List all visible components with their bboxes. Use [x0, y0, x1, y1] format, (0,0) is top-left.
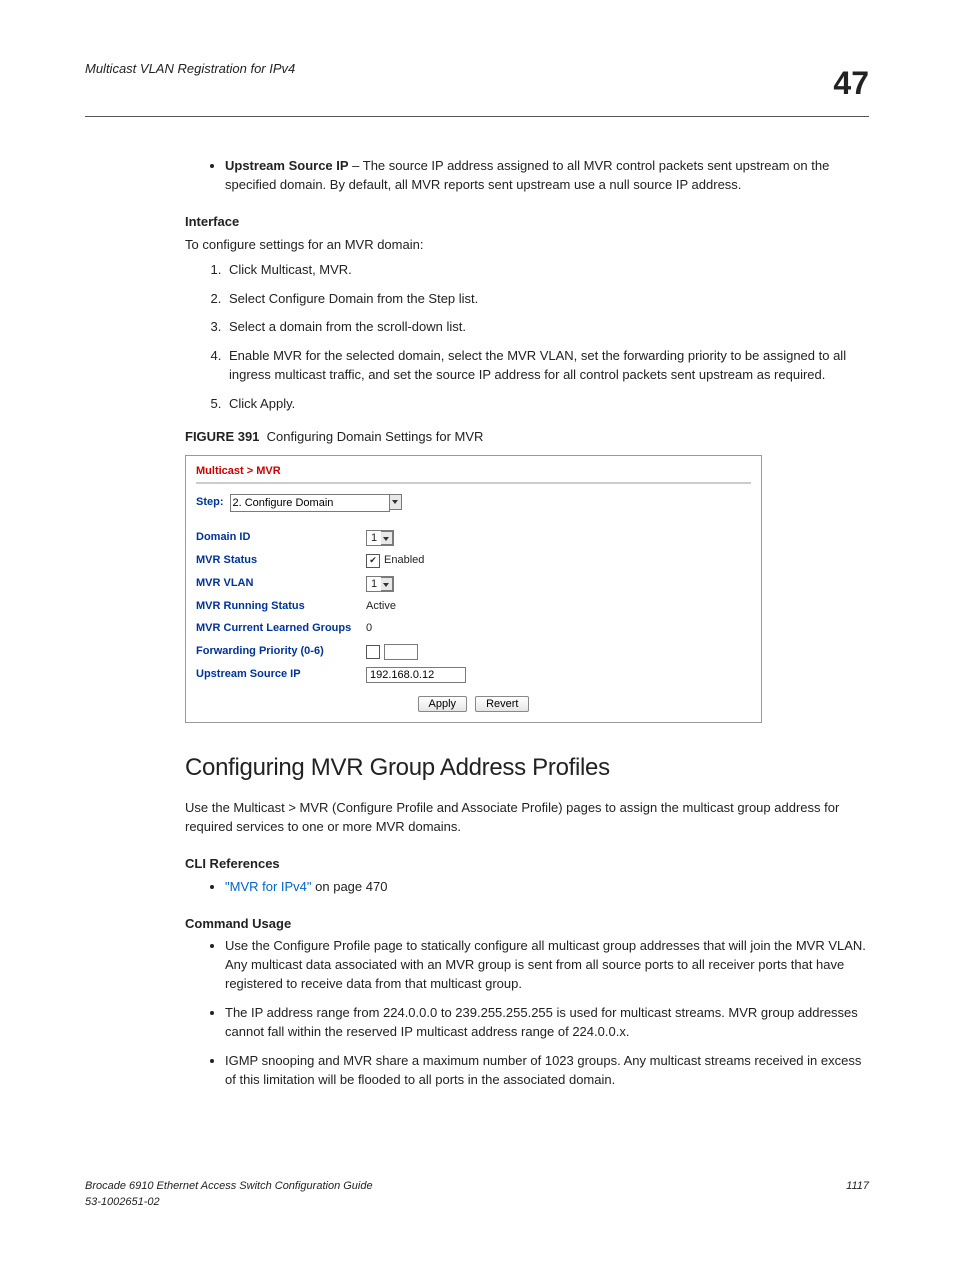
label-running-status: MVR Running Status — [196, 599, 366, 615]
label-learned-groups: MVR Current Learned Groups — [196, 621, 366, 637]
mvr-vlan-value: 1 — [367, 577, 381, 591]
priority-checkbox[interactable] — [366, 645, 380, 659]
domain-id-value: 1 — [367, 531, 381, 545]
bullet-upstream-source-ip: Upstream Source IP – The source IP addre… — [225, 157, 869, 195]
page-footer: Brocade 6910 Ethernet Access Switch Conf… — [85, 1179, 869, 1211]
priority-input[interactable] — [384, 644, 418, 660]
footer-doc-title: Brocade 6910 Ethernet Access Switch Conf… — [85, 1179, 373, 1195]
section-intro: Use the Multicast > MVR (Configure Profi… — [185, 799, 869, 837]
footer-doc-number: 53-1002651-02 — [85, 1195, 373, 1211]
breadcrumb: Multicast > MVR — [196, 464, 751, 480]
domain-id-select[interactable]: 1 — [366, 530, 394, 546]
section-title: Configuring MVR Group Address Profiles — [185, 751, 869, 786]
label-mvr-vlan: MVR VLAN — [196, 576, 366, 592]
step-3: Select a domain from the scroll-down lis… — [225, 318, 869, 337]
label-domain-id: Domain ID — [196, 530, 366, 546]
page-header: Multicast VLAN Registration for IPv4 47 — [85, 60, 869, 106]
mvr-config-panel: Multicast > MVR Step: Domain ID 1 — [185, 455, 762, 724]
steps-list: Click Multicast, MVR. Select Configure D… — [185, 261, 869, 414]
breadcrumb-separator — [196, 482, 751, 484]
mvr-vlan-select[interactable]: 1 — [366, 576, 394, 592]
chevron-down-icon[interactable] — [381, 531, 393, 545]
step-select-input[interactable] — [230, 494, 390, 512]
footer-page-number: 1117 — [846, 1179, 869, 1211]
header-title: Multicast VLAN Registration for IPv4 — [85, 60, 295, 79]
usage-bullet-1: Use the Configure Profile page to static… — [225, 937, 869, 994]
revert-button[interactable]: Revert — [475, 696, 529, 712]
chevron-down-icon[interactable] — [381, 577, 393, 591]
apply-button[interactable]: Apply — [418, 696, 468, 712]
cli-reference-item: "MVR for IPv4" on page 470 — [225, 878, 869, 897]
figure-caption-text: Configuring Domain Settings for MVR — [267, 429, 484, 444]
usage-bullet-3: IGMP snooping and MVR share a maximum nu… — [225, 1052, 869, 1090]
mvr-status-text: Enabled — [384, 553, 424, 569]
step-1: Click Multicast, MVR. — [225, 261, 869, 280]
learned-groups-value: 0 — [366, 621, 372, 637]
step-label: Step: — [196, 495, 224, 511]
upstream-label: Upstream Source IP — [225, 158, 349, 173]
command-usage-heading: Command Usage — [185, 915, 869, 934]
header-rule — [85, 116, 869, 117]
step-2: Select Configure Domain from the Step li… — [225, 290, 869, 309]
mvr-status-checkbox[interactable]: ✔ — [366, 554, 380, 568]
cli-tail: on page 470 — [312, 879, 388, 894]
step-select[interactable] — [230, 494, 402, 512]
cli-references-heading: CLI References — [185, 855, 869, 874]
label-upstream-ip: Upstream Source IP — [196, 667, 366, 683]
chapter-number: 47 — [833, 60, 869, 106]
upstream-ip-input[interactable] — [366, 667, 466, 683]
interface-intro: To configure settings for an MVR domain: — [185, 236, 869, 255]
figure-label: FIGURE 391 — [185, 429, 259, 444]
step-4: Enable MVR for the selected domain, sele… — [225, 347, 869, 385]
figure-caption: FIGURE 391 Configuring Domain Settings f… — [185, 428, 869, 447]
label-mvr-status: MVR Status — [196, 553, 366, 569]
usage-bullet-2: The IP address range from 224.0.0.0 to 2… — [225, 1004, 869, 1042]
interface-heading: Interface — [185, 213, 869, 232]
running-status-value: Active — [366, 599, 396, 615]
chevron-down-icon[interactable] — [390, 494, 402, 510]
cli-link[interactable]: "MVR for IPv4" — [225, 879, 312, 894]
step-5: Click Apply. — [225, 395, 869, 414]
label-forwarding-priority: Forwarding Priority (0-6) — [196, 644, 366, 660]
